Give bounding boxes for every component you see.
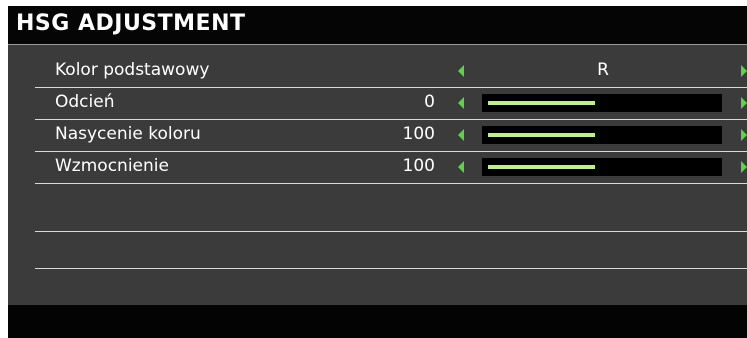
- left-arrow-icon[interactable]: [458, 65, 464, 77]
- slider-fill: [488, 133, 595, 137]
- slider-fill: [488, 165, 595, 169]
- divider: [35, 268, 747, 269]
- base-color-value: R: [597, 60, 609, 80]
- right-arrow-icon[interactable]: [741, 97, 747, 109]
- footer-bar: [8, 305, 747, 338]
- right-arrow-icon[interactable]: [741, 65, 747, 77]
- row-label: Wzmocnienie: [55, 156, 169, 176]
- hue-value: 0: [424, 92, 435, 112]
- left-arrow-icon[interactable]: [458, 97, 464, 109]
- gain-value: 100: [402, 156, 435, 176]
- right-arrow-icon[interactable]: [741, 129, 747, 141]
- title-bar: HSG ADJUSTMENT: [8, 6, 747, 45]
- menu-row-base-color[interactable]: Kolor podstawowy R: [35, 56, 747, 88]
- left-arrow-icon[interactable]: [458, 161, 464, 173]
- row-label: Odcień: [55, 92, 115, 112]
- menu-row-saturation[interactable]: Nasycenie koloru 100: [35, 120, 747, 152]
- gain-slider[interactable]: [482, 158, 722, 176]
- hue-slider[interactable]: [482, 94, 722, 112]
- menu-row-hue[interactable]: Odcień 0: [35, 88, 747, 120]
- saturation-value: 100: [402, 124, 435, 144]
- panel-title: HSG ADJUSTMENT: [16, 11, 246, 36]
- hsg-adjustment-panel: HSG ADJUSTMENT Kolor podstawowy R Odcień…: [8, 6, 747, 338]
- row-label: Kolor podstawowy: [55, 60, 210, 80]
- menu-row-gain[interactable]: Wzmocnienie 100: [35, 152, 747, 184]
- divider: [35, 231, 747, 232]
- row-label: Nasycenie koloru: [55, 124, 201, 144]
- slider-fill: [488, 101, 595, 105]
- saturation-slider[interactable]: [482, 126, 722, 144]
- right-arrow-icon[interactable]: [741, 161, 747, 173]
- left-arrow-icon[interactable]: [458, 129, 464, 141]
